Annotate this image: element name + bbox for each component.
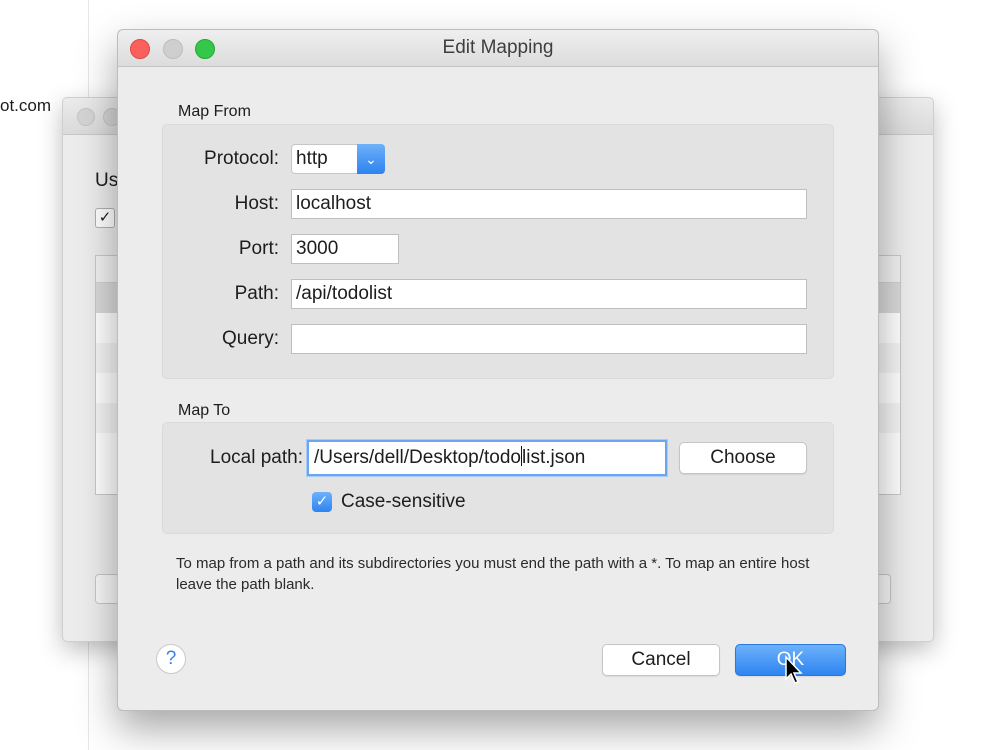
map-to-label: Map To (178, 402, 231, 419)
background-partial-label: Us (95, 170, 119, 191)
query-label: Query: (221, 328, 279, 349)
background-checkbox[interactable]: ✓ (95, 208, 115, 228)
cancel-button[interactable]: Cancel (602, 644, 720, 676)
edit-mapping-dialog: Edit Mapping Map From Protocol: http ⌄ H… (117, 29, 879, 711)
local-path-field[interactable]: /Users/dell/Desktop/todolist.json (307, 440, 667, 476)
background-close-light (77, 108, 95, 126)
dialog-title: Edit Mapping (442, 37, 554, 58)
port-field[interactable]: 3000 (291, 234, 399, 264)
local-path-label: Local path: (210, 447, 303, 468)
case-sensitive-label: Case-sensitive (341, 491, 466, 512)
background-url-text: ot.com (0, 96, 52, 115)
protocol-label: Protocol: (204, 148, 279, 169)
local-path-value-end: list.json (522, 447, 586, 468)
mapping-hint-text: To map from a path and its subdirectorie… (176, 555, 810, 593)
local-path-value-start: /Users/dell/Desktop/todo (314, 447, 521, 468)
port-label: Port: (238, 238, 279, 259)
host-label: Host: (234, 193, 279, 214)
map-from-group: Protocol: http ⌄ Host: localhost Port: 3… (162, 124, 834, 379)
help-button[interactable]: ? (156, 644, 186, 674)
case-sensitive-checkbox[interactable]: ✓ (312, 492, 332, 512)
path-field[interactable]: /api/todolist (291, 279, 807, 309)
protocol-value: http (296, 148, 328, 169)
query-field[interactable] (291, 324, 807, 354)
choose-button[interactable]: Choose (679, 442, 807, 474)
path-label: Path: (234, 283, 279, 304)
protocol-select[interactable]: http ⌄ (291, 144, 385, 174)
map-to-group: Local path: /Users/dell/Desktop/todolist… (162, 422, 834, 534)
map-from-label: Map From (178, 103, 251, 120)
mouse-pointer-icon (785, 655, 803, 684)
dialog-titlebar: Edit Mapping (118, 30, 878, 67)
host-field[interactable]: localhost (291, 189, 807, 219)
chevron-down-icon: ⌄ (357, 144, 385, 174)
